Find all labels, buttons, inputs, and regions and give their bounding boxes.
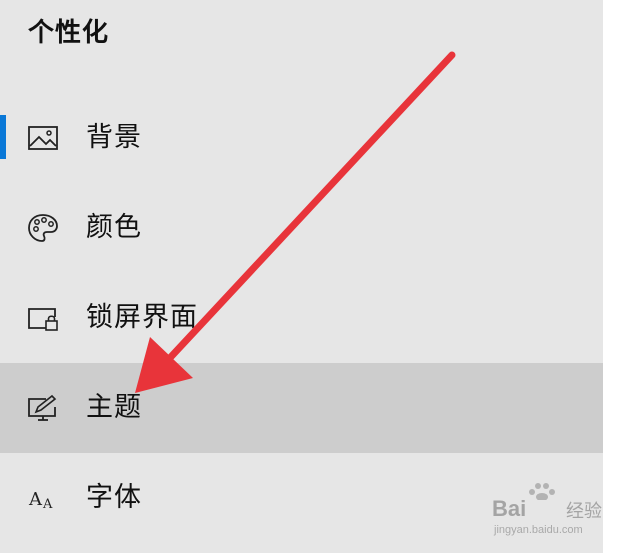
nav-item-label: 主题 bbox=[86, 392, 142, 423]
svg-text:A: A bbox=[42, 497, 53, 512]
svg-text:A: A bbox=[28, 489, 43, 510]
font-icon: A A bbox=[26, 482, 60, 514]
lock-screen-icon bbox=[26, 302, 60, 334]
image-icon bbox=[26, 122, 60, 154]
paw-icon bbox=[529, 483, 555, 500]
nav-item-label: 背景 bbox=[86, 122, 142, 153]
theme-icon bbox=[26, 392, 60, 424]
watermark-brand-suffix: 经验 bbox=[566, 501, 602, 522]
section-title: 个性化 bbox=[28, 18, 110, 48]
nav-item-color[interactable]: 颜色 bbox=[0, 183, 603, 273]
nav-item-label: 颜色 bbox=[86, 212, 142, 243]
settings-nav-pane: 个性化 背景 颜色 锁屏界面 主题 A A 字体 bbox=[0, 0, 603, 553]
nav-item-background[interactable]: 背景 bbox=[0, 93, 603, 183]
screenshot-stage: 个性化 背景 颜色 锁屏界面 主题 A A 字体 Bai 经验 jingyan.… bbox=[0, 0, 640, 553]
nav-item-label: 锁屏界面 bbox=[86, 302, 198, 333]
nav-item-label: 字体 bbox=[86, 482, 142, 513]
palette-icon bbox=[26, 212, 60, 244]
nav-item-theme[interactable]: 主题 bbox=[0, 363, 603, 453]
watermark-brand: Bai bbox=[492, 496, 527, 521]
watermark-domain: jingyan.baidu.com bbox=[494, 524, 583, 536]
baidu-jingyan-watermark: Bai 经验 jingyan.baidu.com bbox=[492, 482, 612, 542]
nav-item-lock-screen[interactable]: 锁屏界面 bbox=[0, 273, 603, 363]
